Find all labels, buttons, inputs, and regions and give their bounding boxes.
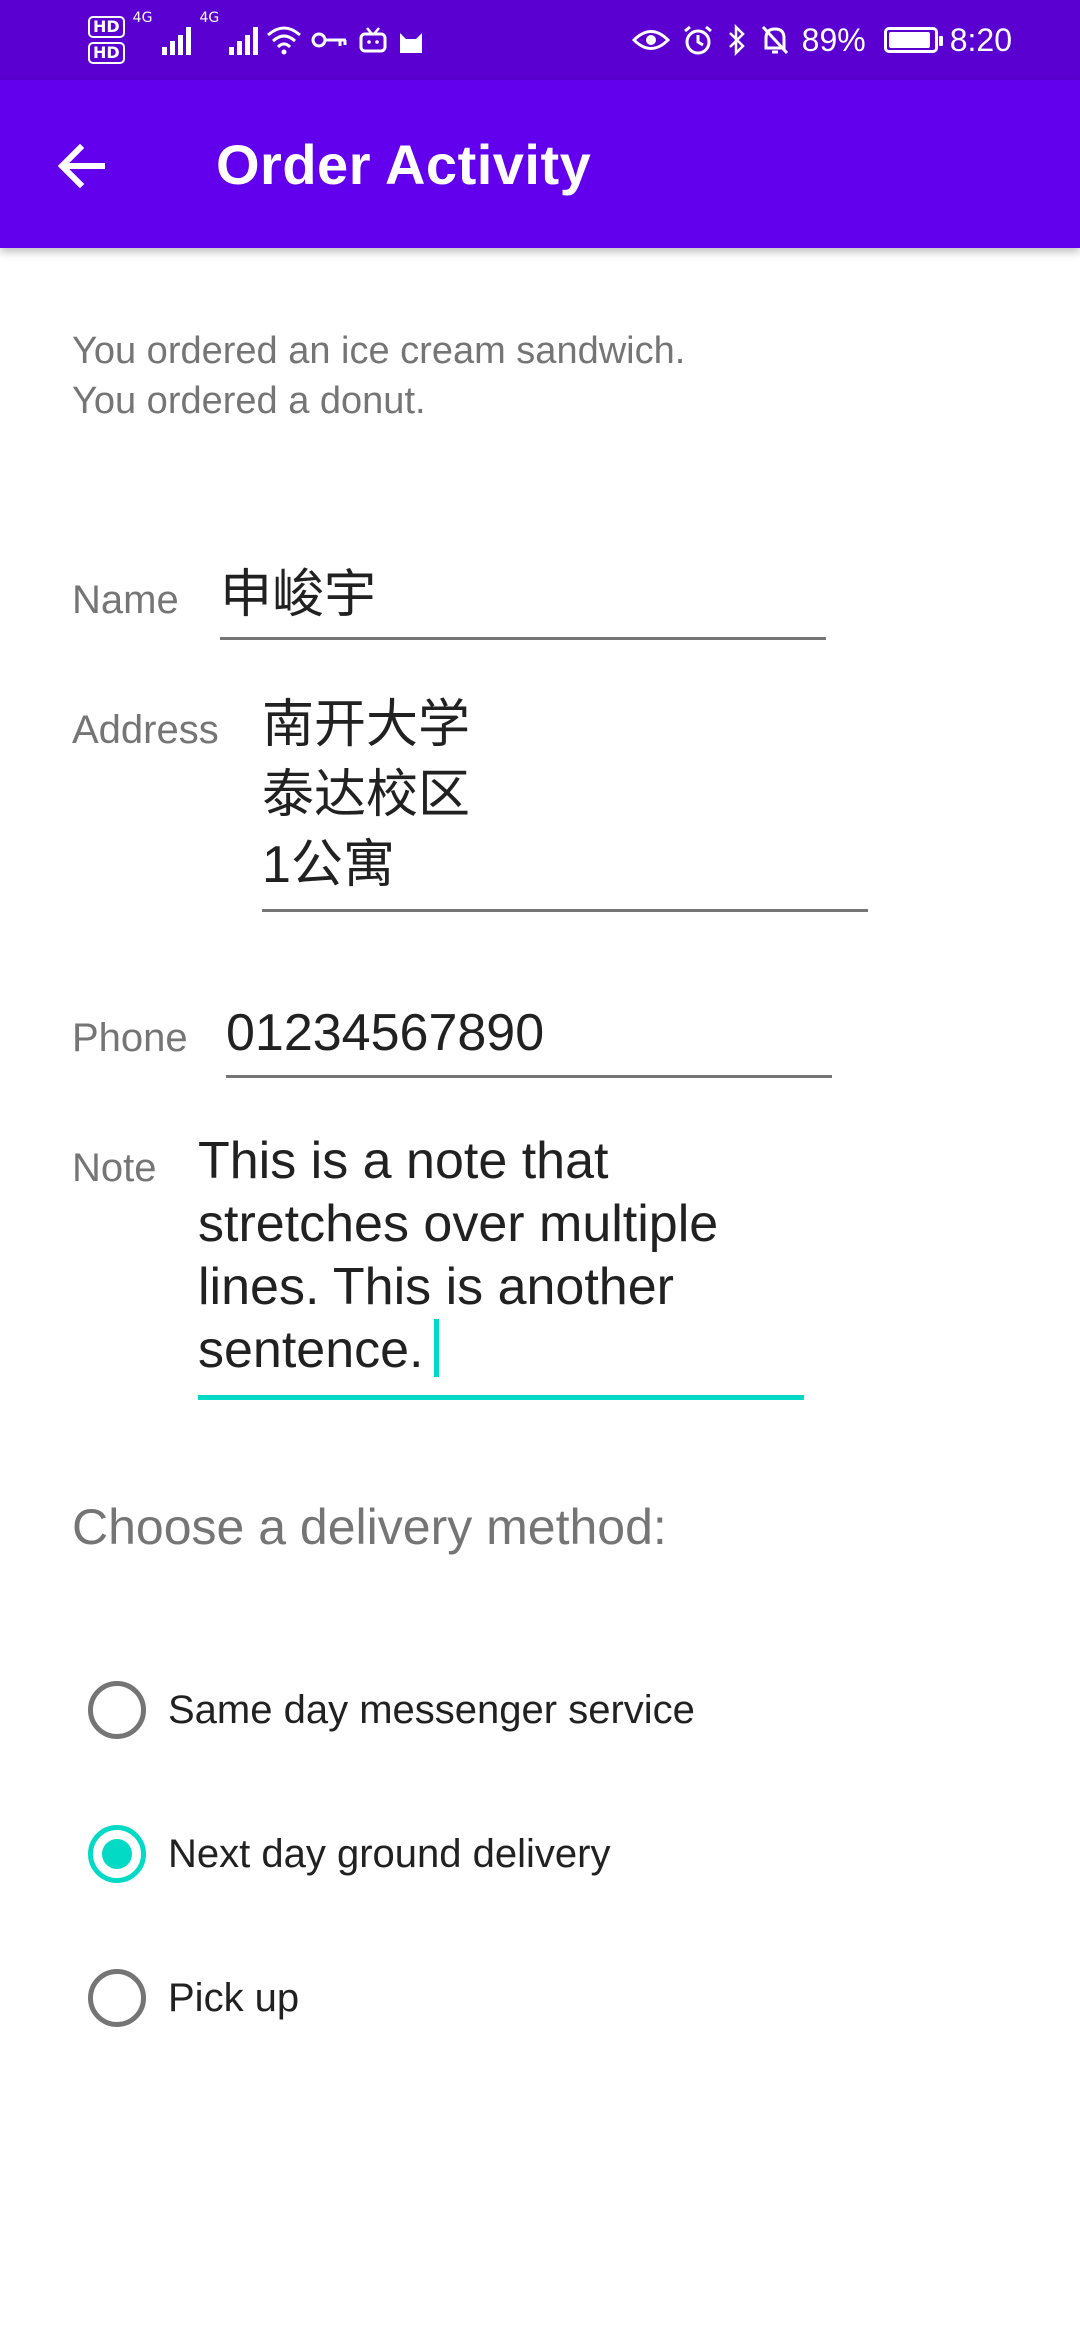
- tv-icon: [359, 27, 387, 53]
- delivery-heading: Choose a delivery method:: [72, 1499, 667, 1555]
- note-line-3: lines. This is another: [198, 1258, 674, 1316]
- battery-percent: 89%: [801, 21, 866, 58]
- eye-icon: [631, 30, 670, 50]
- status-bar: HD HD 4G 4G 89% 8:20: [0, 0, 1080, 80]
- alarm-icon: [683, 25, 712, 55]
- address-line-2: 泰达校区: [262, 766, 471, 824]
- app-bar: Order Activity: [0, 80, 1080, 248]
- status-left-icons: HD HD 4G 4G: [88, 10, 426, 70]
- address-field[interactable]: 南开大学 泰达校区 1公寓: [262, 690, 868, 912]
- note-line-2: stretches over multiple: [198, 1195, 719, 1253]
- text-cursor: [433, 1319, 439, 1377]
- radio-button[interactable]: [88, 1681, 146, 1739]
- name-label: Name: [72, 578, 179, 622]
- order-line-2: You ordered a donut.: [72, 380, 426, 422]
- name-field[interactable]: 申峻宇: [220, 560, 826, 640]
- bluetooth-icon: [728, 24, 745, 56]
- network-type-2: 4G: [199, 10, 220, 26]
- note-line-4: sentence.: [198, 1319, 804, 1382]
- signal-icon-2: [229, 25, 259, 55]
- radio-next-day[interactable]: Next day ground delivery: [88, 1814, 610, 1894]
- phone-label: Phone: [72, 1016, 188, 1060]
- clock: 8:20: [949, 21, 1012, 58]
- radio-button[interactable]: [88, 1969, 146, 2027]
- radio-same-day[interactable]: Same day messenger service: [88, 1670, 695, 1750]
- address-label: Address: [72, 708, 219, 752]
- signal-icon-1: [162, 25, 192, 55]
- name-value: 申峻宇: [220, 566, 377, 624]
- back-arrow-icon[interactable]: [52, 136, 112, 196]
- phone-value: 01234567890: [226, 1004, 545, 1062]
- radio-label-next-day: Next day ground delivery: [168, 1831, 611, 1876]
- phone-field[interactable]: 01234567890: [226, 998, 832, 1078]
- address-line-1: 南开大学: [262, 696, 471, 754]
- vpn-key-icon: [311, 32, 347, 48]
- note-line-4-text: sentence.: [198, 1321, 424, 1379]
- wifi-icon: [267, 26, 302, 55]
- note-label: Note: [72, 1146, 157, 1190]
- network-type-1: 4G: [132, 10, 153, 26]
- hd-icon: HD HD: [88, 16, 125, 64]
- address-line-3: 1公寓: [262, 836, 395, 894]
- bell-muted-icon: [761, 25, 788, 55]
- order-line-1: You ordered an ice cream sandwich.: [72, 330, 686, 372]
- note-field[interactable]: This is a note that stretches over multi…: [198, 1130, 804, 1400]
- radio-pick-up[interactable]: Pick up: [88, 1958, 299, 2038]
- note-line-1: This is a note that: [198, 1132, 609, 1190]
- radio-label-pick-up: Pick up: [168, 1975, 300, 2020]
- hd-badge-1: HD: [88, 16, 125, 38]
- status-right-icons: 89% 8:20: [631, 10, 1012, 70]
- battery-icon: [883, 27, 943, 53]
- page-title: Order Activity: [216, 133, 592, 196]
- cat-app-icon: [400, 33, 423, 53]
- radio-button-checked[interactable]: [88, 1825, 146, 1883]
- radio-label-same-day: Same day messenger service: [168, 1687, 695, 1732]
- hd-badge-2: HD: [88, 42, 125, 64]
- order-summary: You ordered an ice cream sandwich. You o…: [72, 326, 685, 426]
